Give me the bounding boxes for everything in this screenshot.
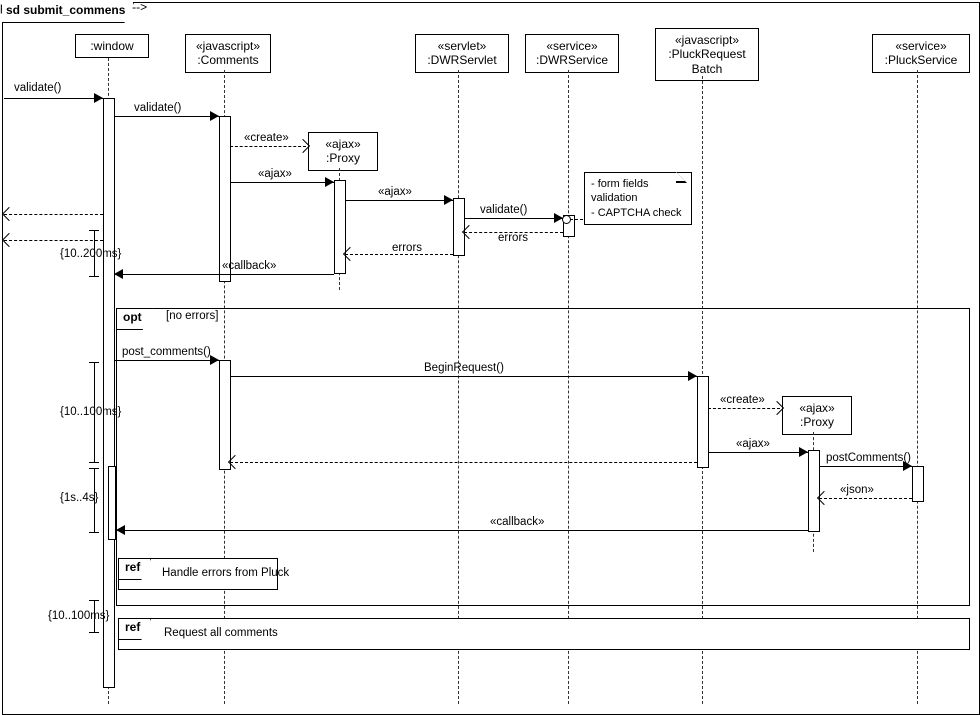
- stereotype: «javascript»: [192, 39, 264, 53]
- msg-line: [819, 466, 912, 467]
- lifeline-name: :PluckRequest: [662, 47, 752, 61]
- msg-label: «create»: [720, 394, 765, 406]
- msg-line: [464, 218, 563, 219]
- msg-line: [4, 240, 103, 241]
- lifeline-name2: Batch: [662, 62, 752, 76]
- arrowhead-icon: [114, 269, 123, 279]
- arrowhead-icon: [799, 447, 808, 457]
- msg-line: [4, 98, 103, 99]
- msg-label: «json»: [840, 484, 874, 496]
- msg-line: [230, 182, 334, 183]
- arrowhead-icon: [116, 525, 125, 535]
- msg-label: «callback»: [490, 516, 544, 528]
- msg-label: errors: [498, 232, 528, 244]
- activation-proxy2: [808, 450, 820, 532]
- msg-line: [114, 116, 219, 117]
- activation-comments-1: [219, 116, 231, 282]
- lifeline-comments: «javascript» :Comments: [185, 34, 271, 73]
- stereotype: «service»: [879, 39, 963, 53]
- duration-label: {1s..4s}: [60, 492, 98, 504]
- anchor-icon: [562, 215, 571, 224]
- msg-line: [345, 200, 453, 201]
- stereotype: «servlet»: [422, 39, 502, 53]
- stereotype: «service»: [532, 39, 612, 53]
- duration-label: {10..200ms}: [60, 248, 121, 260]
- stereotype: «javascript»: [662, 33, 752, 47]
- activation-window: [103, 98, 115, 688]
- msg-line: [345, 254, 453, 255]
- arrowhead-icon: [688, 371, 697, 381]
- note-fold-inner: [676, 172, 685, 181]
- duration-tick: [89, 532, 99, 533]
- activation-dwrservlet: [453, 198, 465, 256]
- note-line: - form fields: [591, 177, 685, 191]
- msg-label: «ajax»: [258, 168, 292, 180]
- msg-label: «create»: [244, 132, 289, 144]
- duration-tick: [89, 362, 99, 363]
- note-line: validation: [591, 191, 685, 205]
- msg-label: validate(): [14, 82, 61, 94]
- msg-line: [230, 376, 697, 377]
- msg-line: [114, 274, 334, 275]
- arrowhead-icon: [444, 195, 453, 205]
- msg-label: validate(): [480, 204, 527, 216]
- activation-pluckservice: [912, 466, 924, 502]
- lifeline-name: :Proxy: [315, 151, 371, 165]
- lifeline-pluckreq: «javascript» :PluckRequest Batch: [655, 28, 759, 81]
- frame-title: sd submit_commens: [2, 2, 134, 23]
- arrowhead-icon: [210, 355, 219, 365]
- msg-line: [230, 462, 697, 463]
- ref-text: Handle errors from Pluck: [162, 567, 289, 579]
- activation-pluckreq: [697, 376, 709, 468]
- lifeline-pluckservice: «service» :PluckService: [872, 34, 970, 73]
- lifeline-name: :PluckService: [879, 53, 963, 67]
- guard: [no errors]: [166, 310, 218, 322]
- duration-tick: [89, 462, 99, 463]
- duration-tick: [89, 468, 99, 469]
- lifeline-name: :Comments: [192, 53, 264, 67]
- lifeline-window: :window: [75, 34, 149, 58]
- note-line: - CAPTCHA check: [591, 206, 685, 220]
- activation-proxy1: [334, 180, 346, 274]
- msg-label: BeginRequest(): [424, 362, 504, 374]
- arrowhead-icon: [94, 93, 103, 103]
- msg-line: [114, 360, 219, 361]
- arrowhead-icon: [210, 111, 219, 121]
- msg-label: «ajax»: [736, 438, 770, 450]
- msg-label: postComments(): [826, 452, 911, 464]
- duration-tick: [89, 230, 99, 231]
- msg-line: [230, 146, 306, 147]
- lifeline-dwrservlet: «servlet» :DWRServlet: [415, 34, 509, 73]
- msg-label: «ajax»: [378, 186, 412, 198]
- duration-tick: [89, 600, 99, 601]
- msg-label: errors: [392, 242, 422, 254]
- fragment-operator: ref: [118, 618, 151, 640]
- stereotype: «ajax»: [315, 137, 371, 151]
- msg-label: validate(): [134, 102, 181, 114]
- duration-tick: [89, 276, 99, 277]
- lifeline-name: :DWRService: [532, 53, 612, 67]
- lifeline-name: :window: [82, 39, 142, 53]
- lifeline-proxy1: «ajax» :Proxy: [308, 132, 378, 171]
- activation-window-nested: [108, 466, 116, 540]
- duration-label: {10..100ms}: [60, 406, 121, 418]
- lifeline-dwrservice: «service» :DWRService: [525, 34, 619, 73]
- msg-line: [4, 214, 103, 215]
- arrowhead-icon: [325, 177, 334, 187]
- msg-line: [819, 498, 912, 499]
- duration-tick: [89, 632, 99, 633]
- ref-text: Request all comments: [164, 627, 278, 639]
- msg-line: [708, 452, 808, 453]
- lifeline-name: :DWRServlet: [422, 53, 502, 67]
- msg-label: «callback»: [222, 260, 276, 272]
- msg-label: post_comments(): [122, 346, 211, 358]
- duration-label: {10..100ms}: [48, 610, 109, 622]
- fragment-operator: ref: [118, 558, 151, 580]
- msg-line: [116, 530, 808, 531]
- fragment-operator: opt: [116, 308, 153, 330]
